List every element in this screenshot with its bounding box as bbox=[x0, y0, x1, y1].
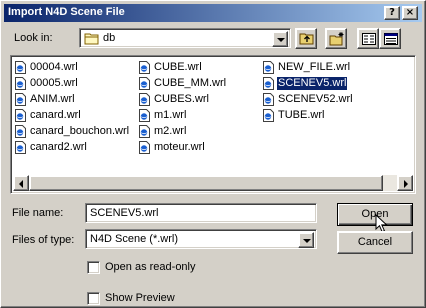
import-dialog: Import N4D Scene File ? × Look in: db 00… bbox=[0, 0, 426, 308]
file-item-label: SCENEV52.wrl bbox=[278, 92, 353, 105]
file-item[interactable]: ANIM.wrl bbox=[15, 91, 130, 107]
file-column-3: NEW_FILE.wrl SCENEV5.wrl SCENEV52.wrl TUBE.… bbox=[263, 59, 354, 123]
scroll-right-button[interactable] bbox=[397, 175, 413, 191]
close-button[interactable]: × bbox=[402, 6, 418, 20]
file-item-label: CUBE_MM.wrl bbox=[154, 76, 227, 89]
close-icon: × bbox=[405, 7, 415, 18]
file-item-label: SCENEV5.wrl bbox=[275, 75, 349, 91]
file-item-label: NEW_FILE.wrl bbox=[278, 60, 351, 73]
scroll-left-button[interactable] bbox=[13, 175, 29, 191]
list-view-icon bbox=[362, 33, 376, 48]
file-item-label: CUBES.wrl bbox=[154, 92, 210, 105]
arrow-left-icon bbox=[19, 180, 23, 188]
file-item[interactable]: CUBE.wrl bbox=[139, 59, 227, 75]
new-folder-icon bbox=[329, 32, 345, 49]
file-item[interactable]: NEW_FILE.wrl bbox=[263, 59, 354, 75]
file-type-label: Files of type: bbox=[12, 234, 75, 246]
cancel-button[interactable]: Cancel bbox=[337, 231, 413, 254]
look-in-value: db bbox=[103, 32, 116, 44]
file-item[interactable]: SCENEV5.wrl bbox=[263, 75, 354, 91]
vrml-file-icon bbox=[139, 76, 150, 90]
file-item[interactable]: 00005.wrl bbox=[15, 75, 130, 91]
file-item[interactable]: SCENEV52.wrl bbox=[263, 91, 354, 107]
details-view-button[interactable] bbox=[379, 28, 401, 49]
file-type-dropdown-button[interactable] bbox=[298, 232, 314, 248]
vrml-file-icon bbox=[15, 92, 26, 106]
vrml-file-icon bbox=[139, 108, 150, 122]
scroll-thumb[interactable] bbox=[29, 175, 383, 191]
cancel-button-label: Cancel bbox=[357, 236, 393, 248]
vrml-file-icon bbox=[15, 108, 26, 122]
show-preview-checkbox[interactable] bbox=[87, 292, 100, 305]
file-item[interactable]: CUBES.wrl bbox=[139, 91, 227, 107]
file-item-label: moteur.wrl bbox=[154, 140, 205, 153]
vrml-file-icon bbox=[15, 60, 26, 74]
window-title: Import N4D Scene File bbox=[8, 6, 125, 18]
new-folder-button[interactable] bbox=[325, 28, 347, 49]
file-item[interactable]: m2.wrl bbox=[139, 123, 227, 139]
vrml-file-icon bbox=[139, 124, 150, 138]
chevron-down-icon bbox=[303, 239, 311, 243]
chevron-down-icon bbox=[277, 38, 285, 42]
look-in-dropdown-button[interactable] bbox=[272, 31, 288, 47]
read-only-label: Open as read-only bbox=[105, 261, 196, 273]
help-button[interactable]: ? bbox=[384, 6, 400, 20]
list-view-button[interactable] bbox=[357, 28, 379, 49]
file-item-label: TUBE.wrl bbox=[278, 108, 325, 121]
file-item-label: 00005.wrl bbox=[30, 76, 78, 89]
file-column-1: 00004.wrl 00005.wrl ANIM.wrl canard.wrl cana… bbox=[15, 59, 130, 155]
horizontal-scrollbar[interactable] bbox=[13, 175, 413, 191]
file-list[interactable]: 00004.wrl 00005.wrl ANIM.wrl canard.wrl cana… bbox=[10, 55, 416, 194]
read-only-checkbox[interactable] bbox=[87, 261, 100, 274]
folder-icon bbox=[84, 32, 100, 45]
file-item-label: m1.wrl bbox=[154, 108, 187, 121]
title-bar[interactable]: Import N4D Scene File ? × bbox=[4, 4, 422, 22]
file-name-label: File name: bbox=[12, 207, 64, 219]
details-view-icon bbox=[384, 33, 398, 48]
file-item[interactable]: moteur.wrl bbox=[139, 139, 227, 155]
file-item-label: m2.wrl bbox=[154, 124, 187, 137]
file-item[interactable]: 00004.wrl bbox=[15, 59, 130, 75]
vrml-file-icon bbox=[139, 60, 150, 74]
help-icon: ? bbox=[389, 7, 395, 18]
file-item[interactable]: m1.wrl bbox=[139, 107, 227, 123]
look-in-combo[interactable]: db bbox=[79, 28, 291, 48]
vrml-file-icon bbox=[15, 140, 26, 154]
file-name-value: SCENEV5.wrl bbox=[90, 207, 159, 219]
arrow-right-icon bbox=[404, 180, 408, 188]
file-type-select[interactable]: N4D Scene (*.wrl) bbox=[85, 229, 317, 249]
look-in-label: Look in: bbox=[14, 32, 53, 44]
file-item[interactable]: canard.wrl bbox=[15, 107, 130, 123]
file-item-label: ANIM.wrl bbox=[30, 92, 75, 105]
vrml-file-icon bbox=[139, 140, 150, 154]
file-item[interactable]: canard_bouchon.wrl bbox=[15, 123, 130, 139]
up-folder-icon bbox=[299, 32, 314, 48]
vrml-file-icon bbox=[263, 76, 274, 90]
file-item-label: canard_bouchon.wrl bbox=[30, 124, 130, 137]
vrml-file-icon bbox=[263, 60, 274, 74]
show-preview-label: Show Preview bbox=[105, 292, 175, 304]
file-name-field[interactable]: SCENEV5.wrl bbox=[85, 203, 317, 223]
vrml-file-icon bbox=[15, 124, 26, 138]
vrml-file-icon bbox=[139, 92, 150, 106]
file-column-2: CUBE.wrl CUBE_MM.wrl CUBES.wrl m1.wrl m2.wrl… bbox=[139, 59, 227, 155]
file-item[interactable]: canard2.wrl bbox=[15, 139, 130, 155]
vrml-file-icon bbox=[263, 108, 274, 122]
file-item[interactable]: TUBE.wrl bbox=[263, 107, 354, 123]
up-one-level-button[interactable] bbox=[295, 28, 317, 49]
vrml-file-icon bbox=[263, 92, 274, 106]
file-item[interactable]: CUBE_MM.wrl bbox=[139, 75, 227, 91]
file-type-value: N4D Scene (*.wrl) bbox=[90, 233, 179, 245]
file-item-label: 00004.wrl bbox=[30, 60, 78, 73]
file-item-label: CUBE.wrl bbox=[154, 60, 202, 73]
vrml-file-icon bbox=[15, 76, 26, 90]
file-item-label: canard2.wrl bbox=[30, 140, 87, 153]
file-item-label: canard.wrl bbox=[30, 108, 81, 121]
